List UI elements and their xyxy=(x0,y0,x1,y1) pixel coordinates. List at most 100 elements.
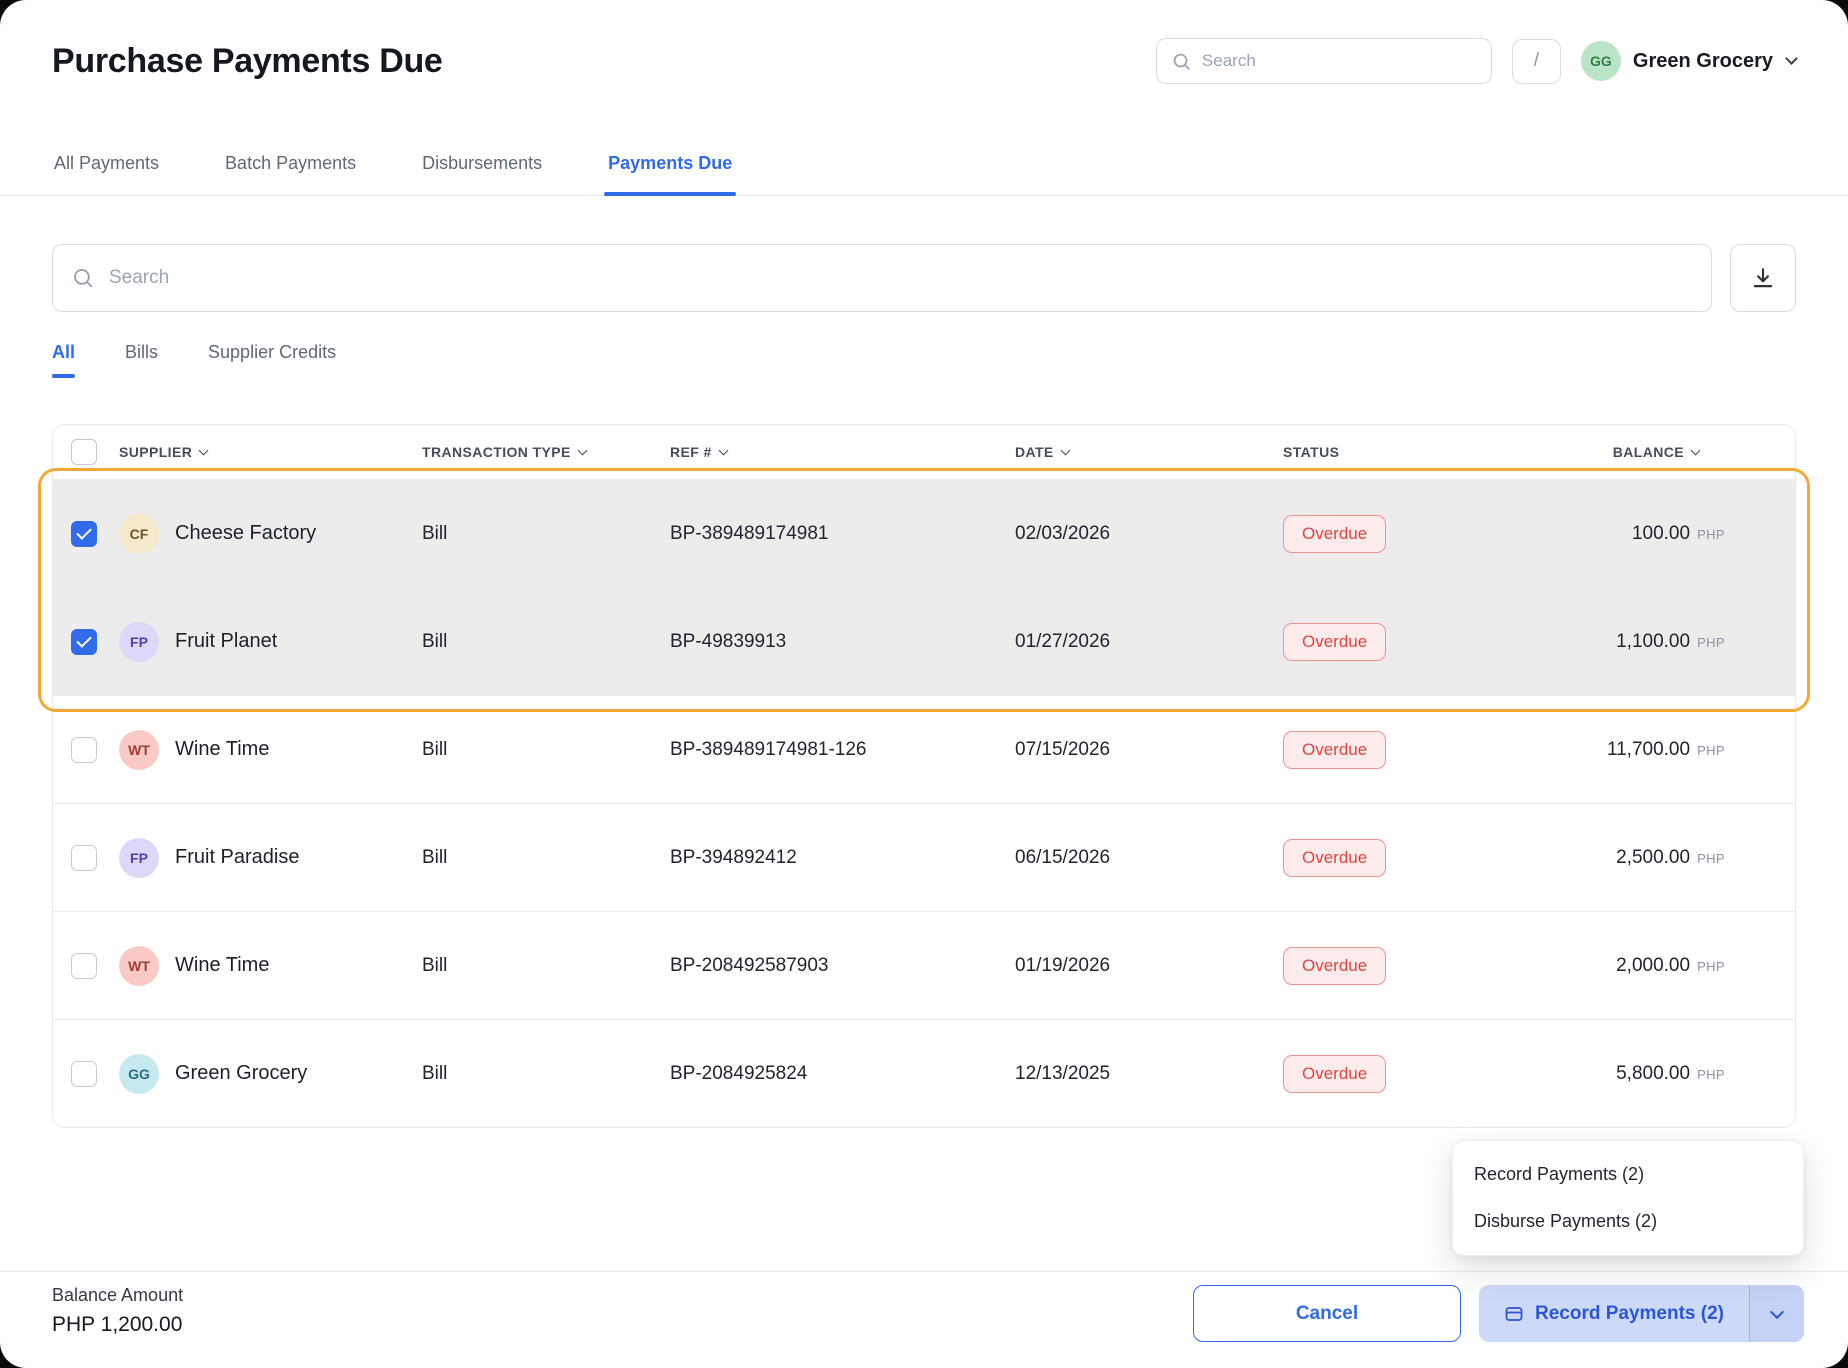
checkbox-cell xyxy=(53,845,119,871)
payments-table: SUPPLIERTRANSACTION TYPE REF # DATE STATUS B… xyxy=(52,424,1796,1128)
column-header-supplier[interactable]: SUPPLIER xyxy=(119,444,422,460)
balance-value: 100.00 xyxy=(1632,523,1690,545)
search-icon xyxy=(72,267,94,289)
table-row[interactable]: CFCheese FactoryBillBP-38948917498102/03… xyxy=(53,479,1795,587)
supplier-avatar: CF xyxy=(119,514,159,554)
balance-cell: 11,700.00PHP xyxy=(1583,739,1795,761)
balance-value: 2,000.00 xyxy=(1616,955,1690,977)
row-checkbox[interactable] xyxy=(71,845,97,871)
content: All Bills Supplier Credits SUPPLIERTRANSAC… xyxy=(0,196,1848,1271)
menu-item-disburse-payments-2[interactable]: Disburse Payments (2) xyxy=(1453,1198,1803,1245)
table-row[interactable]: FPFruit PlanetBillBP-4983991301/27/2026O… xyxy=(53,587,1795,695)
tab-payments-due[interactable]: Payments Due xyxy=(606,153,734,195)
download-button[interactable] xyxy=(1730,244,1796,312)
column-header-date[interactable]: DATE xyxy=(1015,444,1283,460)
record-payments-icon xyxy=(1504,1304,1524,1324)
supplier-cell: WTWine Time xyxy=(119,730,422,770)
cell-date: 02/03/2026 xyxy=(1015,523,1283,545)
balance-cell: 1,100.00 PHP xyxy=(1583,631,1795,653)
balance-cell: 2,500.00PHP xyxy=(1583,847,1795,869)
column-header-balance[interactable]: BALANCE xyxy=(1583,444,1795,460)
status-cell: Overdue xyxy=(1283,1055,1583,1093)
table-row[interactable]: FPFruit ParadiseBillBP-39489241206/15/20… xyxy=(53,803,1795,911)
keyboard-shortcut-button[interactable]: / xyxy=(1512,39,1561,84)
tab-batch-payments[interactable]: Batch Payments xyxy=(223,153,358,195)
supplier-avatar: WT xyxy=(119,730,159,770)
column-label: BALANCE xyxy=(1613,444,1684,460)
main-tabs: All Payments Batch Payments Disbursements P… xyxy=(0,122,1848,196)
status-badge: Overdue xyxy=(1283,731,1386,769)
record-payments-button[interactable]: Record Payments (2) xyxy=(1479,1285,1749,1342)
chevron-down-icon xyxy=(1785,52,1798,65)
tab-all-payments[interactable]: All Payments xyxy=(52,153,161,195)
supplier-avatar: GG xyxy=(119,1054,159,1094)
cell-ref-number: BP-49839913 xyxy=(670,631,1015,653)
currency-label: PHP xyxy=(1697,635,1725,650)
table-header: SUPPLIERTRANSACTION TYPE REF # DATE STATUS B… xyxy=(53,425,1795,479)
filter-tab-bills[interactable]: Bills xyxy=(125,342,158,378)
cell-transaction-type: Bill xyxy=(422,847,670,869)
row-checkbox[interactable] xyxy=(71,737,97,763)
cell-date: 01/27/2026 xyxy=(1015,631,1283,653)
status-cell: Overdue xyxy=(1283,515,1583,553)
row-checkbox[interactable] xyxy=(71,1061,97,1087)
row-checkbox[interactable] xyxy=(71,953,97,979)
balance-value: 5,800.00 xyxy=(1616,1063,1690,1085)
column-header-status: STATUS xyxy=(1283,444,1583,460)
cancel-button[interactable]: Cancel xyxy=(1193,1285,1461,1342)
cell-transaction-type: Bill xyxy=(422,631,670,653)
payments-table-zone: SUPPLIERTRANSACTION TYPE REF # DATE STATUS B… xyxy=(52,424,1796,1128)
supplier-name: Fruit Paradise xyxy=(175,846,300,869)
global-search-input[interactable] xyxy=(1202,51,1476,71)
column-header-ref[interactable]: REF # xyxy=(670,444,1015,460)
supplier-name: Green Grocery xyxy=(175,1062,307,1085)
table-search-input[interactable] xyxy=(109,267,1692,289)
column-label: REF # xyxy=(670,444,712,460)
supplier-cell: FPFruit Planet xyxy=(119,622,422,662)
column-header-transaction-type[interactable]: TRANSACTION TYPE xyxy=(422,444,670,460)
sort-chevron-icon xyxy=(718,446,728,456)
table-row[interactable]: GGGreen GroceryBillBP-208492582412/13/20… xyxy=(53,1019,1795,1127)
row-checkbox[interactable] xyxy=(71,629,97,655)
supplier-cell: CF Cheese Factory xyxy=(119,514,422,554)
status-cell: Overdue xyxy=(1283,947,1583,985)
currency-label: PHP xyxy=(1697,527,1725,542)
filter-tab-supplier-credits[interactable]: Supplier Credits xyxy=(208,342,336,378)
column-label: DATE xyxy=(1015,444,1054,460)
table-search xyxy=(52,244,1712,312)
balance-amount: PHP 1,200.00 xyxy=(52,1313,183,1337)
currency-label: PHP xyxy=(1697,1067,1725,1082)
status-badge: Overdue xyxy=(1283,515,1386,553)
header-actions: / GG Green Grocery xyxy=(1156,38,1796,84)
select-all-checkbox[interactable] xyxy=(71,439,97,465)
account-menu[interactable]: GG Green Grocery xyxy=(1581,41,1796,81)
status-badge: Overdue xyxy=(1283,1055,1386,1093)
table-body: CFCheese FactoryBillBP-38948917498102/03… xyxy=(53,479,1795,1127)
sort-chevron-icon xyxy=(1060,446,1070,456)
supplier-avatar: FP xyxy=(119,838,159,878)
record-payments-dropdown-toggle[interactable] xyxy=(1749,1285,1804,1342)
account-avatar: GG xyxy=(1581,41,1621,81)
table-row[interactable]: WTWine TimeBillBP-20849258790301/19/2026… xyxy=(53,911,1795,1019)
status-cell: Overdue xyxy=(1283,623,1583,661)
cell-ref-number: BP-394892412 xyxy=(670,847,1015,869)
sort-chevron-icon xyxy=(577,446,587,456)
select-all-cell xyxy=(53,439,119,465)
balance-value: 1,100.00 xyxy=(1616,631,1690,653)
sort-chevron-icon xyxy=(199,446,209,456)
global-search xyxy=(1156,38,1492,84)
table-row[interactable]: WTWine TimeBillBP-389489174981-12607/15/… xyxy=(53,695,1795,803)
status-cell: Overdue xyxy=(1283,731,1583,769)
status-badge: Overdue xyxy=(1283,623,1386,661)
cell-ref-number: BP-389489174981-126 xyxy=(670,739,1015,761)
column-label: TRANSACTION TYPE xyxy=(422,444,571,460)
cell-date: 01/19/2026 xyxy=(1015,955,1283,977)
menu-item-record-payments-2[interactable]: Record Payments (2) xyxy=(1453,1151,1803,1198)
filter-tab-all[interactable]: All xyxy=(52,342,75,378)
row-checkbox[interactable] xyxy=(71,521,97,547)
search-icon xyxy=(1172,52,1191,71)
currency-label: PHP xyxy=(1697,743,1725,758)
tab-disbursements[interactable]: Disbursements xyxy=(420,153,544,195)
footer-actions: Cancel Record Payments (2) xyxy=(1193,1285,1804,1368)
supplier-name: Cheese Factory xyxy=(175,522,316,545)
